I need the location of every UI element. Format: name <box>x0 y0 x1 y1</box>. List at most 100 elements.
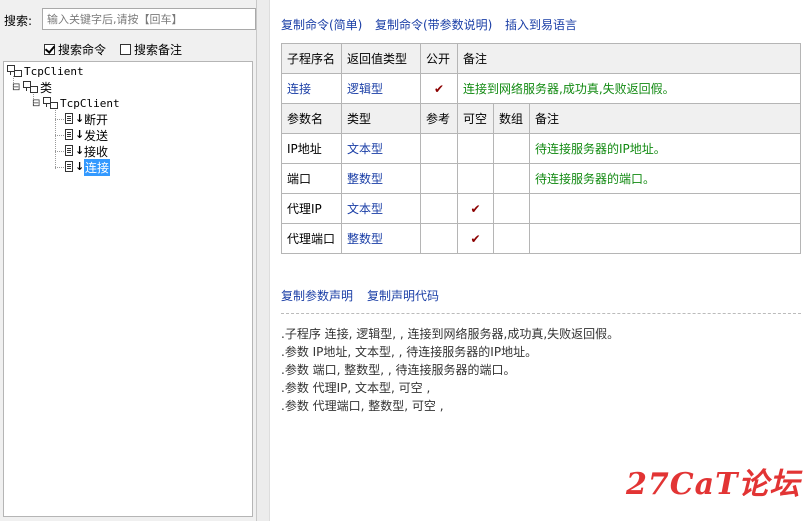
declaration-code: .子程序 连接, 逻辑型, , 连接到网络服务器,成功真,失败返回假。 .参数 … <box>281 325 619 415</box>
class-tree-icon <box>22 81 38 93</box>
tree-connector <box>55 108 56 169</box>
sub-name-cell: 连接 <box>281 73 342 104</box>
tree-node-method-label: 连接 <box>84 158 111 176</box>
param-ref-cell <box>420 163 458 194</box>
param-type-cell: 文本型 <box>341 133 421 164</box>
header-cell: 返回值类型 <box>341 43 421 74</box>
sub-public-check: ✔ <box>420 73 458 104</box>
method-icon: ↓ <box>64 145 84 157</box>
declaration-line: .参数 IP地址, 文本型, , 待连接服务器的IP地址。 <box>281 345 538 359</box>
param-type-cell: 整数型 <box>341 163 421 194</box>
param-array-cell <box>493 223 530 254</box>
collapse-icon[interactable]: ⊟ <box>12 82 20 93</box>
watermark-logo: 27CaT论坛 <box>626 467 801 502</box>
sub-header-row: 子程序名 返回值类型 公开 备注 <box>281 43 801 74</box>
param-ref-cell <box>420 223 458 254</box>
tree-node-method-label: 发送 <box>84 128 109 143</box>
param-name-cell: IP地址 <box>281 133 342 164</box>
param-note-cell <box>529 223 801 254</box>
tree-connector <box>55 135 64 136</box>
sub-return-type-cell: 逻辑型 <box>341 73 421 104</box>
method-icon: ↓ <box>64 113 84 125</box>
search-input[interactable] <box>42 8 256 30</box>
tree-node-category-label: 类 <box>40 80 53 95</box>
search-label: 搜索: <box>4 14 33 28</box>
param-array-cell <box>493 163 530 194</box>
detail-panel: 复制命令(简单) 复制命令(带参数说明) 插入到易语言 子程序名 返回值类型 公… <box>269 0 806 521</box>
tree-connector <box>55 167 64 168</box>
search-row: 搜索: <box>4 8 256 32</box>
search-notes-option[interactable]: 搜索备注 <box>120 41 182 58</box>
param-type-cell: 文本型 <box>341 193 421 224</box>
search-commands-checkbox[interactable] <box>44 44 55 55</box>
search-notes-label: 搜索备注 <box>134 43 183 57</box>
copy-command-with-params-link[interactable]: 复制命令(带参数说明) <box>375 16 492 33</box>
declaration-line: .子程序 连接, 逻辑型, , 连接到网络服务器,成功真,失败返回假。 <box>281 327 620 341</box>
param-row: 代理IP 文本型 ✔ <box>281 193 801 224</box>
param-ref-cell <box>420 133 458 164</box>
divider <box>281 313 801 314</box>
sub-note-cell: 连接到网络服务器,成功真,失败返回假。 <box>457 73 801 104</box>
header-cell: 参数名 <box>281 103 342 134</box>
tree-node-method-selected[interactable]: ↓ 连接 <box>64 158 111 176</box>
param-nullable-cell <box>457 163 494 194</box>
tree-node-category[interactable]: ⊟ 类 <box>12 79 52 95</box>
collapse-icon[interactable]: ⊟ <box>32 98 40 109</box>
header-cell: 备注 <box>529 103 801 134</box>
tree-node-method-label: 断开 <box>84 112 109 127</box>
method-icon: ↓ <box>64 161 84 173</box>
tree-node-root[interactable]: TcpClient <box>6 63 84 79</box>
search-notes-checkbox[interactable] <box>120 44 131 55</box>
tree-node-method[interactable]: ↓ 接收 <box>64 143 108 159</box>
tree-node-root-label: TcpClient <box>24 64 84 78</box>
param-type-cell: 整数型 <box>341 223 421 254</box>
param-header-row: 参数名 类型 参考 可空 数组 备注 <box>281 103 801 134</box>
header-cell: 类型 <box>341 103 421 134</box>
header-cell: 备注 <box>457 43 801 74</box>
tree-view[interactable]: TcpClient ⊟ 类 ⊟ TcpClient ↓ 断开 ↓ 发送 ↓ 接收… <box>3 61 253 517</box>
tree-connector <box>55 119 64 120</box>
param-row: 端口 整数型 待连接服务器的端口。 <box>281 163 801 194</box>
param-nullable-cell: ✔ <box>457 193 494 224</box>
param-array-cell <box>493 193 530 224</box>
param-name-cell: 端口 <box>281 163 342 194</box>
param-nullable-cell: ✔ <box>457 223 494 254</box>
param-row: 代理端口 整数型 ✔ <box>281 223 801 254</box>
param-ref-cell <box>420 193 458 224</box>
panel-splitter[interactable] <box>257 0 269 521</box>
header-cell: 参考 <box>420 103 458 134</box>
param-name-cell: 代理IP <box>281 193 342 224</box>
header-cell: 可空 <box>457 103 494 134</box>
tree-node-method[interactable]: ↓ 断开 <box>64 111 108 127</box>
search-commands-option[interactable]: 搜索命令 <box>44 41 106 58</box>
param-note-cell: 待连接服务器的端口。 <box>529 163 801 194</box>
copy-command-simple-link[interactable]: 复制命令(简单) <box>281 16 362 33</box>
declaration-line: .参数 代理端口, 整数型, 可空 , <box>281 399 444 413</box>
param-array-cell <box>493 133 530 164</box>
declaration-line: .参数 端口, 整数型, , 待连接服务器的端口。 <box>281 363 516 377</box>
tree-node-class[interactable]: ⊟ TcpClient <box>32 95 120 111</box>
sub-row: 连接 逻辑型 ✔ 连接到网络服务器,成功真,失败返回假。 <box>281 73 801 104</box>
param-name-cell: 代理端口 <box>281 223 342 254</box>
signature-table: 子程序名 返回值类型 公开 备注 连接 逻辑型 ✔ 连接到网络服务器,成功真,失… <box>281 43 801 254</box>
tree-node-method[interactable]: ↓ 发送 <box>64 127 108 143</box>
param-nullable-cell <box>457 133 494 164</box>
search-commands-label: 搜索命令 <box>58 43 107 57</box>
declaration-line: .参数 代理IP, 文本型, 可空 , <box>281 381 431 395</box>
tree-connector <box>55 151 64 152</box>
left-panel: 搜索: 搜索命令 搜索备注 TcpClient ⊟ 类 ⊟ TcpClient <box>0 0 257 521</box>
header-cell: 公开 <box>420 43 458 74</box>
tree-node-method-label: 接收 <box>84 144 109 159</box>
header-cell: 数组 <box>493 103 530 134</box>
header-cell: 子程序名 <box>281 43 342 74</box>
param-note-cell: 待连接服务器的IP地址。 <box>529 133 801 164</box>
method-icon: ↓ <box>64 129 84 141</box>
class-tree-icon <box>6 65 22 77</box>
insert-to-eyuyan-link[interactable]: 插入到易语言 <box>505 16 577 33</box>
param-note-cell <box>529 193 801 224</box>
copy-param-declaration-link[interactable]: 复制参数声明 <box>281 287 353 304</box>
class-tree-icon <box>42 97 58 109</box>
copy-declaration-code-link[interactable]: 复制声明代码 <box>367 287 439 304</box>
param-row: IP地址 文本型 待连接服务器的IP地址。 <box>281 133 801 164</box>
tree-node-class-label: TcpClient <box>60 96 120 110</box>
